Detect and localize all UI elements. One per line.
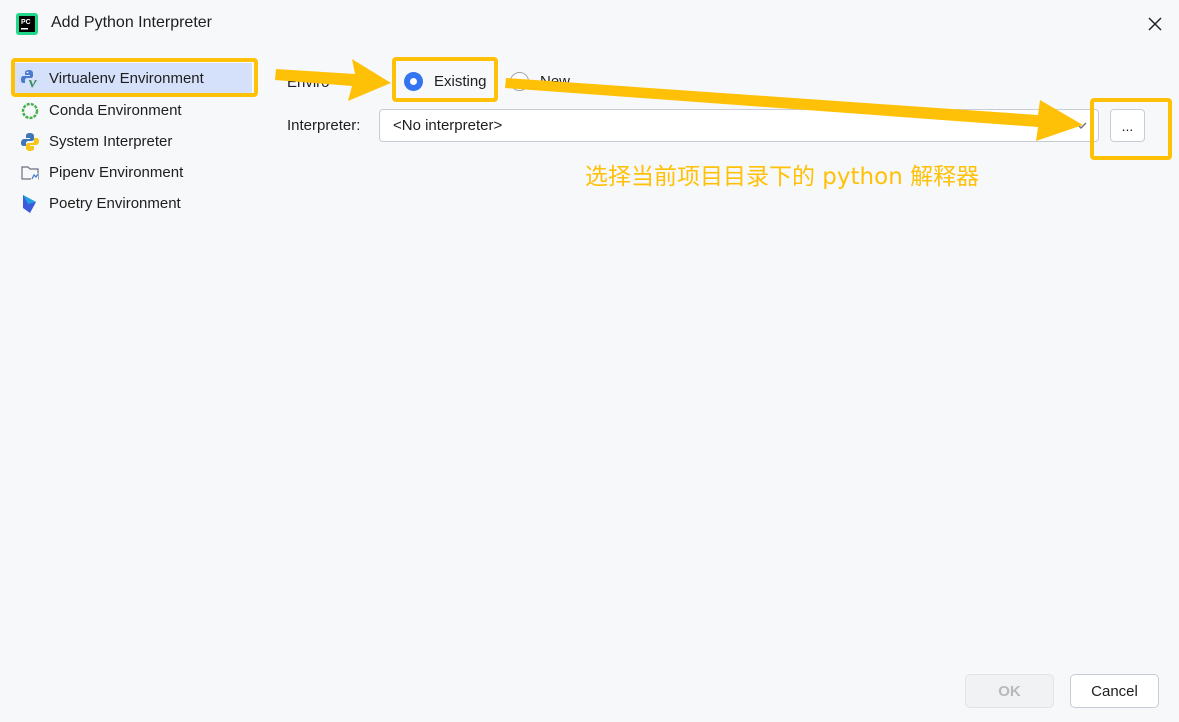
sidebar-item-conda[interactable]: Conda Environment xyxy=(12,95,252,126)
highlight-box-existing xyxy=(392,57,498,102)
add-python-interpreter-dialog: PC Add Python Interpreter Virtualenv Env… xyxy=(0,0,1179,722)
sidebar-item-label: System Interpreter xyxy=(49,133,173,150)
cancel-button[interactable]: Cancel xyxy=(1070,674,1159,708)
interpreter-dropdown[interactable]: <No interpreter> xyxy=(379,109,1099,142)
svg-text:PC: PC xyxy=(21,19,31,26)
close-button[interactable] xyxy=(1143,12,1167,36)
sidebar-item-label: Conda Environment xyxy=(49,102,182,119)
title-bar: PC Add Python Interpreter xyxy=(0,0,1179,48)
pycharm-icon: PC xyxy=(16,13,38,35)
sidebar-item-poetry[interactable]: Poetry Environment xyxy=(12,188,252,219)
highlight-box-browse xyxy=(1090,98,1172,160)
radio-unselected-indicator xyxy=(510,72,529,91)
python-icon xyxy=(20,132,40,152)
radio-new-label: New xyxy=(540,73,571,90)
sidebar-item-label: Pipenv Environment xyxy=(49,164,184,181)
close-icon xyxy=(1148,17,1162,31)
chevron-down-icon xyxy=(1075,122,1087,129)
highlight-box-virtualenv xyxy=(11,58,258,97)
interpreter-dropdown-value: <No interpreter> xyxy=(393,117,503,134)
sidebar-item-label: Poetry Environment xyxy=(49,195,181,212)
radio-new[interactable]: New xyxy=(510,72,570,91)
window-title: Add Python Interpreter xyxy=(51,14,212,31)
conda-icon xyxy=(20,101,40,121)
environment-label: Enviro xyxy=(287,74,330,91)
sidebar-item-pipenv[interactable]: Pipenv Environment xyxy=(12,157,252,188)
interpreter-label: Interpreter: xyxy=(287,117,361,134)
poetry-icon xyxy=(20,194,40,214)
pipenv-folder-icon xyxy=(20,163,40,183)
sidebar-item-system-interpreter[interactable]: System Interpreter xyxy=(12,126,252,157)
annotation-text: 选择当前项目目录下的 python 解释器 xyxy=(585,164,980,190)
ok-button[interactable]: OK xyxy=(965,674,1054,708)
